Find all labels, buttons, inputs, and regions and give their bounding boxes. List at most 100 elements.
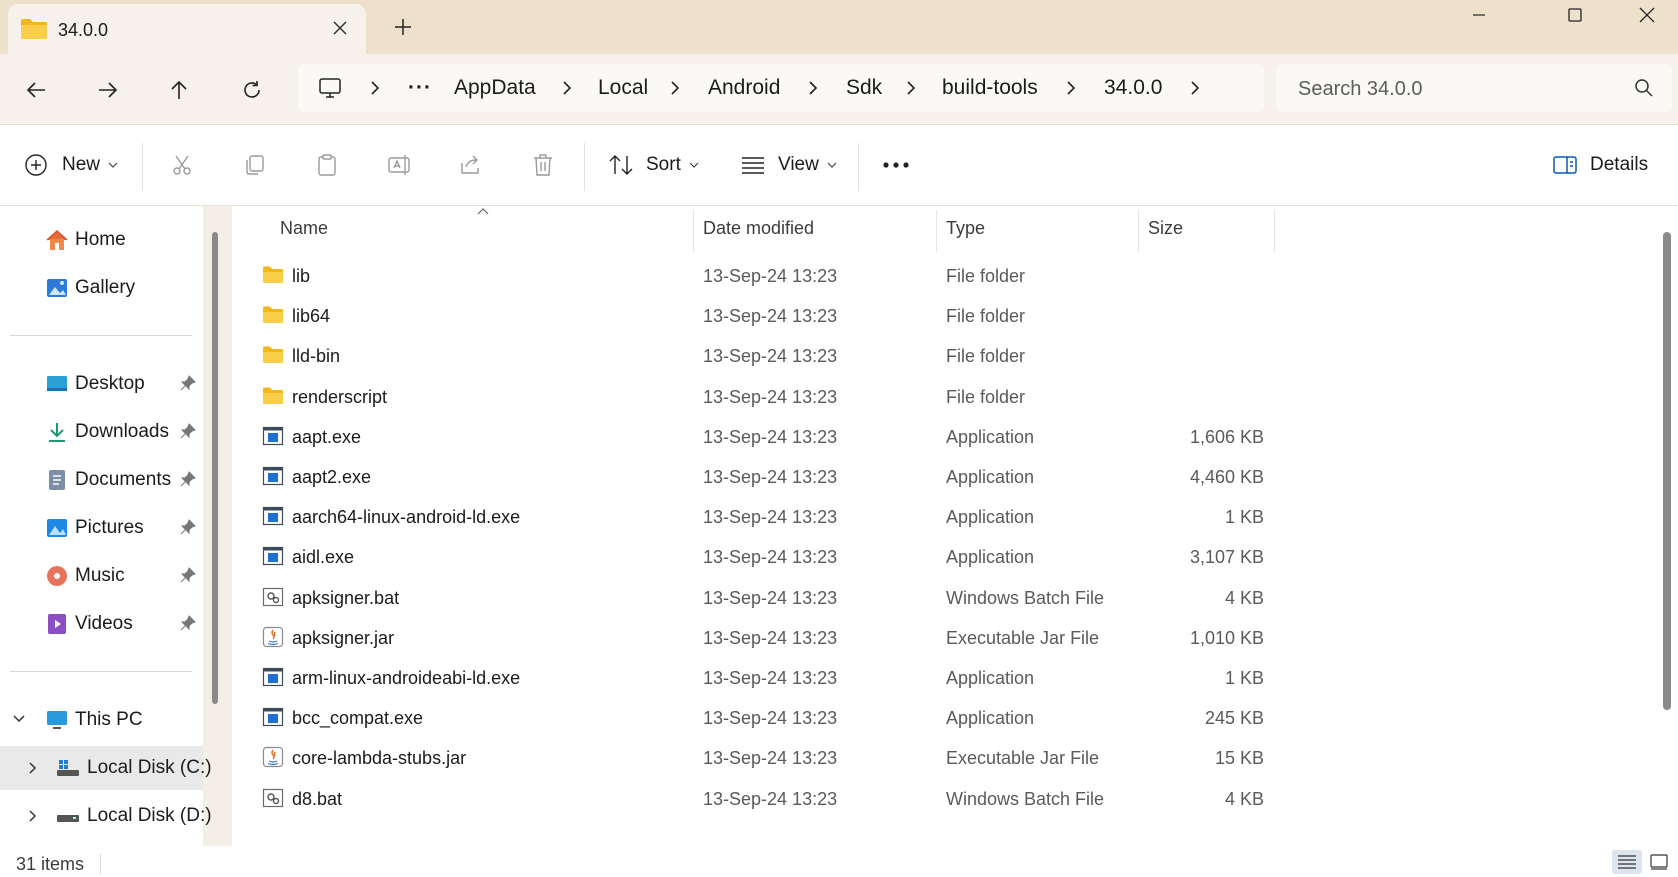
new-tab-button[interactable] xyxy=(388,12,418,42)
search-icon[interactable] xyxy=(1634,78,1654,98)
file-row[interactable]: apksigner.bat 13-Sep-24 13:23 Windows Batc… xyxy=(232,576,1272,619)
chevron-right-icon[interactable] xyxy=(368,78,382,98)
minimize-button[interactable] xyxy=(1444,0,1514,30)
large-icons-view-button[interactable] xyxy=(1644,850,1674,874)
file-row[interactable]: d8.bat 13-Sep-24 13:23 Windows Batch File 4… xyxy=(232,777,1272,820)
chevron-right-icon[interactable] xyxy=(1188,78,1202,98)
breadcrumb-android[interactable]: Android xyxy=(708,64,780,112)
file-row[interactable]: apksigner.jar 13-Sep-24 13:23 Executable J… xyxy=(232,616,1272,659)
column-divider[interactable] xyxy=(693,210,694,252)
breadcrumb-build-tools[interactable]: build-tools xyxy=(942,64,1038,112)
file-row[interactable]: aarch64-linux-android-ld.exe 13-Sep-24 13… xyxy=(232,495,1272,538)
file-row[interactable]: aapt.exe 13-Sep-24 13:23 Application 1,606 … xyxy=(232,415,1272,458)
column-header-date[interactable]: Date modified xyxy=(703,206,814,250)
nav-item-pictures[interactable]: Pictures xyxy=(0,506,203,550)
window-close-button[interactable] xyxy=(1612,0,1678,30)
nav-item-home[interactable]: Home xyxy=(0,218,203,262)
nav-item-downloads[interactable]: Downloads xyxy=(0,410,203,454)
file-date: 13-Sep-24 13:23 xyxy=(703,346,838,367)
chevron-right-icon[interactable] xyxy=(904,78,918,98)
column-divider[interactable] xyxy=(1138,210,1139,252)
nav-scrollbar[interactable] xyxy=(212,232,218,704)
file-row[interactable]: lib 13-Sep-24 13:23 File folder xyxy=(232,254,1272,297)
chevron-right-icon[interactable] xyxy=(28,809,38,823)
delete-button[interactable] xyxy=(532,143,554,187)
breadcrumb-34-0-0[interactable]: 34.0.0 xyxy=(1104,64,1162,112)
nav-item-desktop[interactable]: Desktop xyxy=(0,362,203,406)
column-header-size[interactable]: Size xyxy=(1148,206,1183,250)
copy-button[interactable] xyxy=(243,143,267,187)
file-row[interactable]: core-lambda-stubs.jar 13-Sep-24 13:23 Exec… xyxy=(232,736,1272,779)
breadcrumb-sdk[interactable]: Sdk xyxy=(846,64,882,112)
pin-icon[interactable] xyxy=(180,423,196,439)
file-row[interactable]: aapt2.exe 13-Sep-24 13:23 Application 4,460… xyxy=(232,455,1272,498)
maximize-button[interactable] xyxy=(1540,0,1610,30)
chevron-right-icon[interactable] xyxy=(1064,78,1078,98)
file-name: apksigner.bat xyxy=(292,587,400,608)
search-input[interactable]: Search 34.0.0 xyxy=(1276,64,1672,112)
column-divider[interactable] xyxy=(936,210,937,252)
chevron-down-icon xyxy=(108,162,118,168)
column-header-type[interactable]: Type xyxy=(946,206,985,250)
chevron-right-icon[interactable] xyxy=(28,761,38,775)
breadcrumb-overflow[interactable]: ··· xyxy=(408,64,432,112)
view-button[interactable]: View xyxy=(740,143,837,187)
folder-icon xyxy=(263,346,283,364)
back-button[interactable] xyxy=(14,68,58,112)
pin-icon[interactable] xyxy=(180,615,196,631)
forward-button[interactable] xyxy=(86,68,130,112)
pin-icon[interactable] xyxy=(180,375,196,391)
sort-button[interactable]: Sort xyxy=(608,143,699,187)
pin-icon[interactable] xyxy=(180,471,196,487)
details-view-button[interactable] xyxy=(1612,850,1642,874)
file-row[interactable]: bcc_compat.exe 13-Sep-24 13:23 Application… xyxy=(232,696,1272,739)
up-button[interactable] xyxy=(157,68,201,112)
column-divider[interactable] xyxy=(1274,210,1275,252)
file-size: 1,606 KB xyxy=(1189,426,1264,447)
file-row[interactable]: lld-bin 13-Sep-24 13:23 File folder xyxy=(232,334,1272,377)
minimize-icon xyxy=(1473,14,1485,16)
file-row[interactable]: aidl.exe 13-Sep-24 13:23 Application 3,107 … xyxy=(232,535,1272,578)
nav-item-gallery[interactable]: Gallery xyxy=(0,266,203,310)
breadcrumb-local[interactable]: Local xyxy=(598,64,648,112)
monitor-icon[interactable] xyxy=(318,77,342,99)
nav-item-local-disk-c[interactable]: Local Disk (C:) xyxy=(0,746,212,790)
nav-item-documents[interactable]: Documents xyxy=(0,458,203,502)
chevron-right-icon[interactable] xyxy=(560,78,574,98)
more-options-button[interactable] xyxy=(882,143,910,187)
refresh-button[interactable] xyxy=(230,68,274,112)
paste-button[interactable] xyxy=(315,143,339,187)
address-bar[interactable]: ··· AppData Local Android Sdk build-tool… xyxy=(298,64,1264,112)
nav-item-this-pc[interactable]: This PC xyxy=(0,698,203,742)
nav-item-videos[interactable]: Videos xyxy=(0,602,203,646)
cut-button[interactable] xyxy=(170,143,194,187)
column-header-name[interactable]: Name xyxy=(280,206,328,250)
nav-label: This PC xyxy=(75,709,143,730)
chevron-down-icon[interactable] xyxy=(12,714,26,724)
drive-icon xyxy=(57,760,79,776)
file-type: Application xyxy=(946,547,1035,568)
breadcrumb-appdata[interactable]: AppData xyxy=(454,64,536,112)
nav-label: Downloads xyxy=(75,421,169,442)
details-pane-button[interactable]: Details xyxy=(1552,143,1648,187)
documents-icon xyxy=(49,470,65,490)
rename-button[interactable] xyxy=(387,143,413,187)
tab-34-0-0[interactable]: 34.0.0 xyxy=(8,4,366,54)
rename-icon xyxy=(388,155,410,175)
new-button[interactable]: New xyxy=(24,143,118,187)
file-row[interactable]: arm-linux-androideabi-ld.exe 13-Sep-24 13… xyxy=(232,656,1272,699)
tab-close-button[interactable] xyxy=(326,14,354,42)
back-arrow-icon xyxy=(26,82,45,98)
share-button[interactable] xyxy=(459,143,483,187)
batch-file-icon xyxy=(262,587,284,606)
nav-item-music[interactable]: Music xyxy=(0,554,203,598)
chevron-right-icon[interactable] xyxy=(806,78,820,98)
file-date: 13-Sep-24 13:23 xyxy=(703,668,838,688)
file-list-scrollbar[interactable] xyxy=(1663,232,1671,710)
file-row[interactable]: lib64 13-Sep-24 13:23 File folder xyxy=(232,294,1272,337)
pin-icon[interactable] xyxy=(180,567,196,583)
file-row[interactable]: renderscript 13-Sep-24 13:23 File folder xyxy=(232,375,1272,418)
pin-icon[interactable] xyxy=(180,519,196,535)
chevron-right-icon[interactable] xyxy=(668,78,682,98)
nav-item-local-disk-d[interactable]: Local Disk (D:) xyxy=(0,794,212,838)
